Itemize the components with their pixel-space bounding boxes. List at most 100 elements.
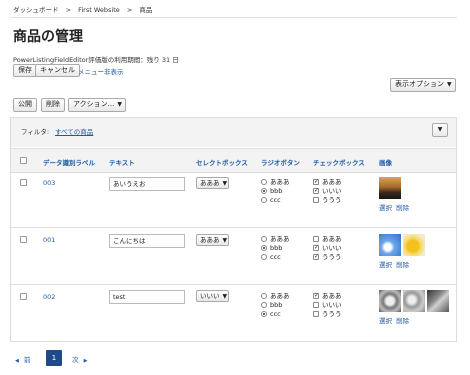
radio-option[interactable] [261,188,267,194]
row-checkbox[interactable] [20,179,27,186]
option-checkbox[interactable] [313,293,319,299]
option-checkbox[interactable] [313,236,319,242]
option-checkbox[interactable] [313,254,319,260]
radio-label: bbb [270,301,283,309]
pagination-next-label: 次 [72,356,79,364]
column-radio[interactable]: ラジオボタン [261,157,300,167]
image-thumbnail[interactable] [403,290,425,312]
image-thumbnail[interactable] [379,290,401,312]
radio-option[interactable] [261,197,267,203]
row-select-box[interactable]: いいい ▼ [196,290,229,302]
image-select-link[interactable]: 選択 [379,261,392,269]
actions-dropdown[interactable]: アクション... ▼ [68,98,126,112]
radio-label: あああ [270,235,290,243]
next-arrow-icon: ▶ [83,358,88,364]
image-thumbnail[interactable] [403,234,425,256]
page-title: 商品の管理 [13,29,83,45]
select-all-checkbox[interactable] [20,157,27,164]
cancel-button[interactable]: キャンセル [35,64,80,77]
row-select-box[interactable]: あああ ▼ [196,234,229,246]
radio-option[interactable] [261,302,267,308]
filter-dropdown-button[interactable]: ▼ [432,123,448,137]
image-delete-link[interactable]: 削除 [396,261,409,269]
breadcrumb-divider [10,17,457,18]
option-checkbox[interactable] [313,179,319,185]
breadcrumb-website[interactable]: First Website [78,6,120,14]
breadcrumb-current: 商品 [139,6,153,14]
actions-label: アクション... [73,100,115,108]
row-checkbox[interactable] [20,293,27,300]
column-select[interactable]: セレクトボックス [196,157,248,167]
row-id-link[interactable]: 001 [43,236,55,244]
radio-label: あああ [270,292,290,300]
row-text-input[interactable]: あいうえお [109,177,185,191]
row-text-input[interactable]: test [109,290,185,304]
image-select-link[interactable]: 選択 [379,317,392,325]
column-checkbox[interactable]: チェックボックス [313,157,365,167]
pagination-prev-label: 前 [23,356,31,364]
row-checkbox-group: あああ いいい ううう [313,292,342,319]
row-checkbox[interactable] [20,236,27,243]
breadcrumb-dashboard[interactable]: ダッシュボード [13,6,59,14]
option-checkbox[interactable] [313,302,319,308]
breadcrumb-sep: > [126,6,133,14]
radio-option[interactable] [261,245,267,251]
option-checkbox[interactable] [313,188,319,194]
row-select-box[interactable]: あああ ▼ [196,177,229,189]
chevron-down-icon: ▼ [222,293,228,300]
pagination-prev[interactable]: ◀ 前 [15,354,30,364]
prev-arrow-icon: ◀ [15,358,19,364]
checkbox-label: あああ [322,178,342,186]
radio-label: bbb [270,244,283,252]
image-actions: 選択 削除 [379,259,409,269]
row-checkbox-group: あああ いいい ううう [313,178,342,205]
column-text[interactable]: テキスト [109,157,135,167]
pagination-next[interactable]: 次 ▶ [72,354,87,364]
filter-label: フィルタ: [21,128,50,136]
checkbox-label: あああ [322,235,342,243]
image-select-link[interactable]: 選択 [379,204,392,212]
radio-option[interactable] [261,179,267,185]
delete-button[interactable]: 削除 [41,98,65,112]
checkbox-label: いいい [322,244,342,252]
column-image[interactable]: 画像 [379,157,392,167]
option-checkbox[interactable] [313,197,319,203]
column-id-label[interactable]: データ識別ラベル [43,157,95,167]
image-actions: 選択 削除 [379,315,409,325]
checkbox-label: いいい [322,187,342,195]
row-id-link[interactable]: 002 [43,293,55,301]
radio-option[interactable] [261,311,267,317]
row-text-input[interactable]: こんにちは [109,234,185,248]
radio-option[interactable] [261,236,267,242]
radio-option[interactable] [261,293,267,299]
image-thumbnail[interactable] [379,177,401,199]
option-checkbox[interactable] [313,311,319,317]
row-radio-group: あああ bbb ccc [261,178,290,205]
filter-all-products-link[interactable]: すべての商品 [55,126,93,136]
image-delete-link[interactable]: 削除 [396,204,409,212]
row-divider [10,284,457,285]
image-thumbnail[interactable] [379,234,401,256]
publish-button[interactable]: 公開 [13,98,37,112]
save-button[interactable]: 保存 [13,64,37,77]
chevron-down-icon: ▼ [447,81,452,88]
menu-hide-link[interactable]: メニュー非表示 [78,66,124,76]
radio-label: ccc [270,253,281,261]
chevron-down-icon: ▼ [222,237,228,244]
option-checkbox[interactable] [313,245,319,251]
row-radio-group: あああ bbb ccc [261,235,290,262]
display-options-button[interactable]: 表示オプション ▼ [390,78,456,92]
radio-label: ccc [270,196,281,204]
trial-notice: PowerListingFieldEditor評価版の利用期間：残り 31 日 [13,56,179,64]
chevron-down-icon: ▼ [117,101,122,108]
row-id-link[interactable]: 003 [43,179,55,187]
radio-option[interactable] [261,254,267,260]
pagination-current-page[interactable]: 1 [46,350,62,366]
checkbox-label: ううう [322,196,342,204]
chevron-down-icon: ▼ [437,126,443,133]
radio-label: あああ [270,178,290,186]
checkbox-label: ううう [322,310,342,318]
image-thumbnail[interactable] [427,290,449,312]
radio-label: ccc [270,310,281,318]
image-delete-link[interactable]: 削除 [396,317,409,325]
